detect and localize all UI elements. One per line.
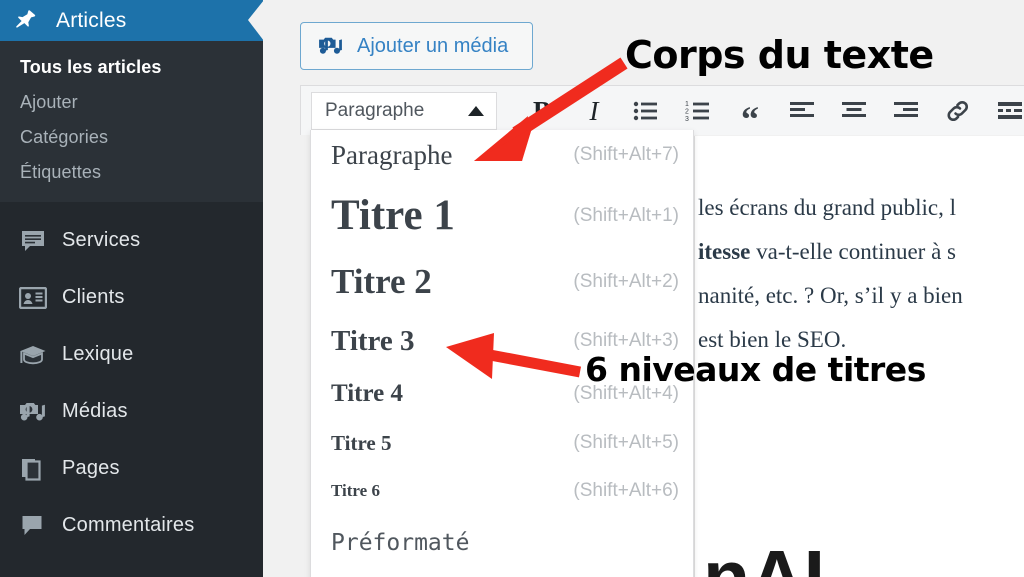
sidebar-item-label: Médias [62, 400, 128, 422]
sidebar-item-pages[interactable]: Pages [0, 440, 263, 497]
italic-glyph: I [589, 95, 599, 126]
align-left-icon [790, 102, 814, 117]
annotation-6-niveaux-de-titres: 6 niveaux de titres [585, 350, 926, 389]
graduation-cap-icon [18, 342, 48, 368]
read-more-icon [998, 102, 1022, 119]
align-right-button[interactable] [880, 86, 932, 136]
media-camera-music-icon [318, 35, 344, 57]
article-line: les écrans du grand public, l [698, 195, 957, 220]
sidebar-subitem-ajouter[interactable]: Ajouter [0, 85, 263, 120]
bulleted-list-button[interactable] [620, 86, 672, 136]
format-select[interactable]: Paragraphe [311, 92, 497, 130]
article-line: nanité, etc. ? Or, s’il y a bien [698, 283, 963, 308]
sidebar-item-clients[interactable]: Clients [0, 269, 263, 326]
pages-stack-icon [18, 456, 48, 482]
option-shortcut: (Shift+Alt+7) [573, 144, 679, 165]
sidebar-item-lexique[interactable]: Lexique [0, 326, 263, 383]
comment-lines-icon [18, 228, 48, 254]
option-label: Titre 5 [331, 430, 392, 455]
caret-up-icon [468, 106, 484, 116]
article-line: itesse va-t-elle continuer à s [698, 230, 1024, 274]
sidebar-separator [0, 202, 263, 212]
id-card-icon [18, 285, 48, 311]
sidebar-item-label: Clients [62, 286, 125, 308]
sidebar-subitem-categories[interactable]: Catégories [0, 120, 263, 155]
toolbar-buttons: B I 1 2 3 “ [516, 86, 1024, 139]
sidebar-item-label: Lexique [62, 343, 134, 365]
pin-icon [14, 8, 40, 34]
media-camera-music-icon [18, 399, 48, 425]
option-label: Préformaté [331, 530, 470, 556]
add-media-button[interactable]: Ajouter un média [300, 22, 533, 70]
sidebar-item-services[interactable]: Services [0, 212, 263, 269]
quote-icon: “ [741, 99, 759, 139]
align-right-icon [894, 102, 918, 117]
option-shortcut: (Shift+Alt+3) [573, 330, 679, 351]
sidebar-item-medias[interactable]: Médias [0, 383, 263, 440]
sidebar-item-label: Commentaires [62, 514, 195, 536]
numbered-list-icon: 1 2 3 [685, 101, 709, 122]
align-center-icon [842, 102, 866, 117]
italic-button[interactable]: I [568, 86, 620, 136]
sidebar-item-commentaires[interactable]: Commentaires [0, 497, 263, 554]
link-icon [947, 100, 969, 122]
sidebar-item-label: Services [62, 229, 141, 251]
option-label: Titre 4 [331, 380, 403, 407]
dropdown-option-preformate[interactable]: Préformaté [311, 515, 693, 571]
article-image-logo-text: nAI [703, 534, 825, 577]
option-shortcut: (Shift+Alt+2) [573, 271, 679, 292]
align-left-button[interactable] [776, 86, 828, 136]
option-shortcut: (Shift+Alt+6) [573, 480, 679, 501]
option-shortcut: (Shift+Alt+1) [573, 204, 679, 226]
dropdown-option-paragraphe[interactable]: Paragraphe (Shift+Alt+7) [311, 130, 693, 180]
blockquote-button[interactable]: “ [724, 86, 776, 139]
editor-toolbar: Paragraphe B I 1 2 3 “ [300, 85, 1024, 139]
option-label: Titre 3 [331, 324, 415, 357]
dropdown-option-titre-2[interactable]: Titre 2 (Shift+Alt+2) [311, 251, 693, 313]
articles-submenu: Tous les articles Ajouter Catégories Éti… [0, 41, 263, 202]
bulleted-list-icon [633, 101, 657, 121]
annotation-corps-du-texte: Corps du texte [625, 33, 934, 77]
sidebar-subitem-tous-les-articles[interactable]: Tous les articles [0, 50, 263, 85]
speech-bubble-icon [18, 513, 48, 539]
align-center-button[interactable] [828, 86, 880, 136]
format-select-value: Paragraphe [325, 100, 425, 121]
numbered-list-button[interactable]: 1 2 3 [672, 86, 724, 136]
option-shortcut: (Shift+Alt+5) [573, 432, 679, 453]
article-body-text: les écrans du grand public, l itesse va-… [698, 186, 1024, 362]
dropdown-option-titre-1[interactable]: Titre 1 (Shift+Alt+1) [311, 180, 693, 251]
article-bold-fragment: itesse [698, 239, 751, 264]
option-label: Titre 6 [331, 481, 380, 500]
screenshot-root: Articles Tous les articles Ajouter Catég… [0, 0, 1024, 577]
article-line-rest: va-t-elle continuer à s [750, 239, 957, 264]
read-more-button[interactable] [984, 86, 1024, 136]
sidebar-item-label: Pages [62, 457, 120, 479]
svg-text:2: 2 [685, 109, 689, 116]
admin-sidebar: Articles Tous les articles Ajouter Catég… [0, 0, 264, 577]
bold-glyph: B [532, 95, 551, 126]
active-arrow-notch [248, 0, 264, 41]
sidebar-item-articles[interactable]: Articles [0, 0, 264, 41]
option-label: Titre 2 [331, 262, 432, 301]
bold-button[interactable]: B [516, 86, 568, 136]
dropdown-option-titre-6[interactable]: Titre 6 (Shift+Alt+6) [311, 467, 693, 515]
add-media-label: Ajouter un média [357, 34, 509, 57]
dropdown-option-titre-5[interactable]: Titre 5 (Shift+Alt+5) [311, 419, 693, 467]
option-label: Titre 1 [331, 192, 455, 239]
sidebar-subitem-etiquettes[interactable]: Étiquettes [0, 155, 263, 190]
sidebar-item-label: Articles [56, 8, 127, 32]
option-label: Paragraphe [331, 139, 453, 170]
insert-link-button[interactable] [932, 86, 984, 136]
svg-text:3: 3 [685, 116, 689, 122]
svg-text:1: 1 [685, 101, 689, 108]
